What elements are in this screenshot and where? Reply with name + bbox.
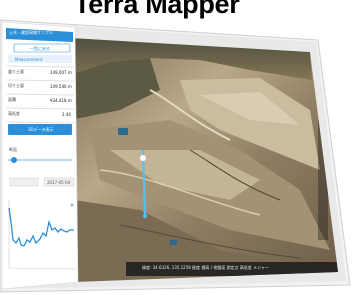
row-label-1: 盛り土量 xyxy=(8,69,24,74)
3d-data-button-label: 3Dデータ表示 xyxy=(28,127,54,132)
back-button-label: 一覧に戻る xyxy=(30,46,50,51)
row-value-3: ¥34,418 m xyxy=(50,98,72,103)
section-label: 断面 xyxy=(9,147,17,152)
row-label-3: 面積 xyxy=(8,97,16,102)
map-status-text: 緯度: 34.6326, 135.1258 経度 標高 / 地盤面 測定点 高低… xyxy=(142,265,269,270)
row-label-4: 高低差 xyxy=(8,111,20,116)
row-value-2: 149,540 m xyxy=(50,84,72,89)
app-title: Terra Mapper xyxy=(74,0,240,19)
tablet-device: 土木・建設現場サンプル 一覧に戻る Measurement 盛り土量 149,0… xyxy=(0,0,359,295)
measurement-tab-label: Measurement xyxy=(15,57,43,62)
date-select-value: 2017-05-04 xyxy=(47,180,71,185)
row-value-4: 2.44 xyxy=(62,112,71,117)
row-value-1: 149,007 m xyxy=(50,70,72,75)
row-label-2: 切り土量 xyxy=(8,83,24,88)
panel-header-text: 土木・建設現場サンプル xyxy=(9,30,53,35)
